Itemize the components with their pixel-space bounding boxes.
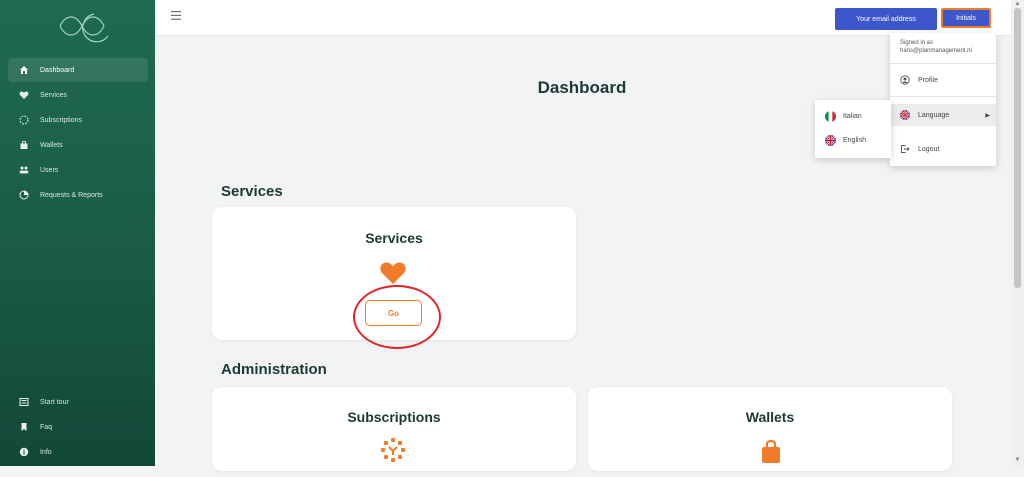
menu-item-label: Profile xyxy=(918,76,938,84)
chevron-right-icon: ▶ xyxy=(985,112,990,119)
sidebar-item-label: Requests & Reports xyxy=(40,191,103,199)
sidebar-item-label: Services xyxy=(40,91,67,99)
users-icon xyxy=(18,164,30,176)
sidebar-item-info[interactable]: Info xyxy=(8,440,148,464)
sidebar: Dashboard Services Subscriptions Wallets… xyxy=(0,0,155,466)
administration-section-title: Administration xyxy=(221,361,327,378)
menu-divider xyxy=(890,96,996,97)
sidebar-bottom-nav: Start tour Faq Info xyxy=(8,390,148,465)
language-option-label: English xyxy=(843,137,866,144)
top-bar: Your email address Initials xyxy=(155,0,1011,36)
italy-flag-icon xyxy=(825,111,836,122)
language-option-italian[interactable]: Italian xyxy=(825,111,862,122)
subscriptions-card[interactable]: Subscriptions xyxy=(212,387,576,471)
user-dropdown-menu: Signed in as hans@planmanagement.nl Prof… xyxy=(890,33,996,166)
info-icon xyxy=(18,446,30,458)
sidebar-item-dashboard[interactable]: Dashboard xyxy=(8,58,148,82)
signed-in-email: hans@planmanagement.nl xyxy=(900,48,972,54)
sidebar-item-label: Wallets xyxy=(40,141,63,149)
sidebar-item-services[interactable]: Services xyxy=(8,83,148,107)
hamburger-menu-icon[interactable] xyxy=(171,11,181,21)
logout-icon xyxy=(900,144,910,154)
sidebar-item-wallets[interactable]: Wallets xyxy=(8,133,148,157)
wallet-icon xyxy=(18,139,30,151)
profile-icon xyxy=(900,75,910,85)
heart-icon xyxy=(379,261,407,285)
scrollbar-thumb[interactable] xyxy=(1014,8,1021,288)
tour-icon xyxy=(18,396,30,408)
app-logo[interactable] xyxy=(54,8,114,44)
reports-icon xyxy=(18,189,30,201)
sidebar-item-subscriptions[interactable]: Subscriptions xyxy=(8,108,148,132)
sidebar-item-label: Users xyxy=(40,166,59,174)
sidebar-nav: Dashboard Services Subscriptions Wallets… xyxy=(8,58,148,208)
menu-item-logout[interactable]: Logout xyxy=(900,144,939,154)
menu-item-label: Logout xyxy=(918,145,940,153)
user-initials-button[interactable]: Initials xyxy=(941,8,991,28)
page-title: Dashboard xyxy=(537,78,627,97)
wallets-card[interactable]: Wallets xyxy=(588,387,952,471)
sidebar-item-users[interactable]: Users xyxy=(8,158,148,182)
uk-flag-icon xyxy=(900,110,910,120)
sidebar-item-requests-reports[interactable]: Requests & Reports xyxy=(8,183,148,207)
sidebar-item-label: Info xyxy=(40,448,52,456)
sidebar-item-label: Dashboard xyxy=(40,66,75,74)
subscriptions-icon xyxy=(18,114,30,126)
subscriptions-icon xyxy=(380,437,406,463)
sidebar-item-label: Faq xyxy=(40,423,53,431)
signed-in-info: Signed in as hans@planmanagement.nl xyxy=(900,39,972,55)
services-go-button[interactable]: Go xyxy=(365,300,422,326)
bookmark-icon xyxy=(18,421,30,433)
scroll-down-icon[interactable]: ▼ xyxy=(1014,457,1021,463)
menu-divider xyxy=(890,63,996,64)
scroll-up-icon[interactable]: ▲ xyxy=(1014,1,1021,7)
sidebar-item-faq[interactable]: Faq xyxy=(8,415,148,439)
services-section-title: Services xyxy=(221,183,283,200)
language-option-english[interactable]: English xyxy=(825,135,866,146)
signed-in-label: Signed in as xyxy=(900,40,934,46)
home-icon xyxy=(18,64,30,76)
sidebar-item-label: Subscriptions xyxy=(40,116,83,124)
language-option-label: Italian xyxy=(843,113,862,120)
card-title: Subscriptions xyxy=(347,409,441,425)
uk-flag-icon xyxy=(825,135,836,146)
menu-item-label: Language xyxy=(918,111,950,119)
wallet-icon xyxy=(760,439,782,463)
services-card: Services Go xyxy=(212,207,576,340)
menu-item-profile[interactable]: Profile xyxy=(900,75,938,85)
language-submenu: Italian English xyxy=(815,100,891,158)
heart-icon xyxy=(18,89,30,101)
menu-item-language[interactable]: Language ▶ xyxy=(900,110,990,120)
card-title: Wallets xyxy=(745,409,795,425)
email-address-button[interactable]: Your email address xyxy=(835,8,937,30)
card-title: Services xyxy=(365,230,423,246)
page-scrollbar[interactable]: ▲ ▼ xyxy=(1011,0,1024,466)
sidebar-item-label: Start tour xyxy=(40,398,69,406)
sidebar-item-start-tour[interactable]: Start tour xyxy=(8,390,148,414)
